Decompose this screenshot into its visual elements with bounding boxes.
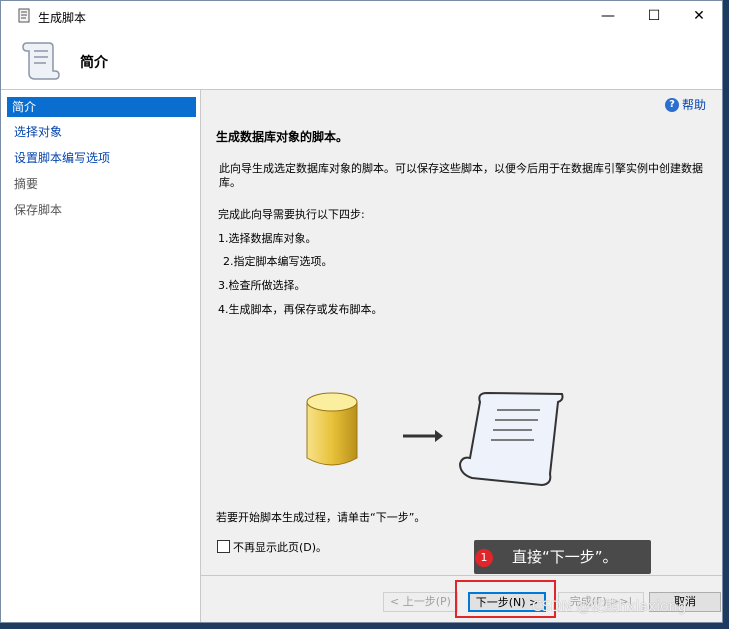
- window-title: 生成脚本: [38, 11, 87, 25]
- content-description: 此向导生成选定数据库对象的脚本。可以保存这些脚本，以便今后用于在数据库引擎实例中…: [219, 162, 703, 189]
- content-pane: ? 帮助 生成数据库对象的脚本。 此向导生成选定数据库对象的脚本。可以保存这些脚…: [201, 90, 722, 622]
- help-link[interactable]: ? 帮助: [664, 96, 706, 113]
- wizard-nav: 简介 选择对象 设置脚本编写选项 摘要 保存脚本: [1, 90, 201, 622]
- script-document-icon: [458, 391, 564, 487]
- arrow-right-icon: [403, 430, 443, 442]
- nav-item-script-options[interactable]: 设置脚本编写选项: [9, 148, 198, 168]
- page-title: 简介: [80, 55, 108, 71]
- script-scroll-icon: [22, 42, 60, 80]
- annotation-number-badge: 1: [475, 549, 493, 567]
- steps-intro: 完成此向导需要执行以下四步:: [218, 208, 365, 221]
- footer-divider: [201, 575, 722, 576]
- watermark: CSDN @花熊hxiaxiong: [532, 599, 687, 615]
- minimize-button[interactable]: —: [585, 1, 631, 31]
- close-button[interactable]: ✕: [676, 1, 722, 31]
- nav-item-select-objects[interactable]: 选择对象: [9, 122, 198, 142]
- maximize-button[interactable]: ☐: [631, 1, 677, 31]
- wizard-window: 生成脚本 — ☐ ✕ 简介 简介 选择对象 设置脚本编写选项 摘要 保存脚本 ?…: [0, 0, 723, 623]
- script-app-icon: [18, 8, 30, 23]
- annotation-callout: 直接“下一步”。: [474, 540, 651, 574]
- database-icon: [306, 392, 358, 466]
- page-header: 简介: [1, 31, 722, 90]
- dont-show-label[interactable]: 不再显示此页(D)。: [233, 539, 327, 555]
- step-4: 4.生成脚本，再保存或发布脚本。: [218, 303, 383, 316]
- nav-item-intro[interactable]: 简介: [7, 97, 196, 117]
- help-label: 帮助: [681, 98, 706, 112]
- prev-button[interactable]: < 上一步(P): [383, 592, 458, 612]
- nav-item-summary: 摘要: [14, 177, 39, 191]
- step-2: 2.指定脚本编写选项。: [223, 255, 333, 268]
- start-hint: 若要开始脚本生成过程，请单击“下一步”。: [216, 511, 426, 524]
- nav-item-save-script: 保存脚本: [14, 203, 63, 217]
- dont-show-checkbox[interactable]: [217, 540, 230, 553]
- step-1: 1.选择数据库对象。: [218, 232, 317, 245]
- database-to-script-illustration: [306, 391, 564, 487]
- step-3: 3.检查所做选择。: [218, 279, 306, 292]
- help-icon: ?: [664, 97, 679, 112]
- content-heading: 生成数据库对象的脚本。: [216, 130, 349, 144]
- title-bar: 生成脚本 — ☐ ✕: [1, 1, 722, 31]
